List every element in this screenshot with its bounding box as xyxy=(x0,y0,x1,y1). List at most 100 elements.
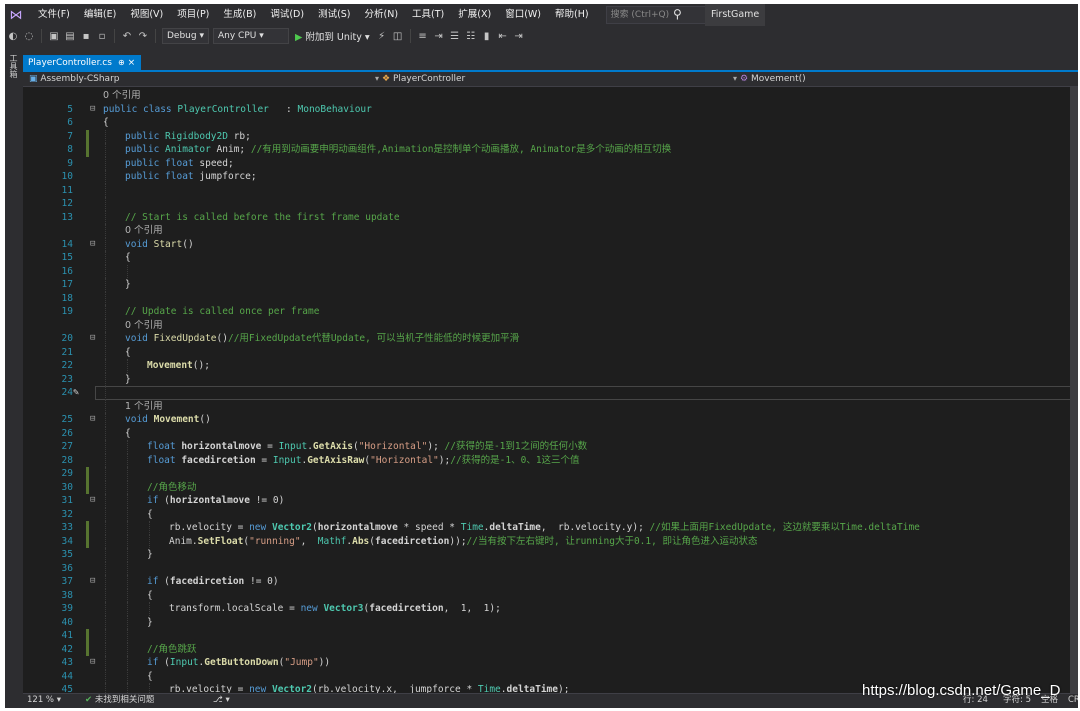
code-line[interactable]: 33 rb.velocity = new Vector2(horizontalmo… xyxy=(23,521,1078,535)
code-line[interactable]: 30 //角色移动 xyxy=(23,480,1078,494)
new-project-icon[interactable]: ▣ xyxy=(47,31,61,42)
code-line[interactable]: 41 xyxy=(23,629,1078,643)
code-line[interactable]: 11 xyxy=(23,183,1078,197)
platform-select[interactable]: Any CPU ▾ xyxy=(213,28,289,44)
code-line[interactable]: 29 xyxy=(23,467,1078,481)
code-line[interactable]: 31 ⊟ if (horizontalmove != 0) xyxy=(23,494,1078,508)
code-line[interactable]: 24 ✎ xyxy=(23,386,1078,400)
collapse-icon[interactable]: ⊟ xyxy=(90,656,95,670)
code-line[interactable]: 15 { xyxy=(23,251,1078,265)
code-line[interactable]: 26 { xyxy=(23,426,1078,440)
code-line[interactable]: 10 public float jumpforce; xyxy=(23,170,1078,184)
code-line[interactable]: 40} xyxy=(23,615,1078,629)
menu-item[interactable]: 工具(T) xyxy=(405,4,451,26)
reference-count[interactable]: 0 个引用 xyxy=(125,320,163,331)
attach-to-unity-button[interactable]: ▶ 附加到 Unity ▾ xyxy=(295,29,370,43)
codelens-reference[interactable]: 1 个引用 xyxy=(23,399,1078,413)
menu-item[interactable]: 调试(D) xyxy=(263,4,311,26)
menu-item[interactable]: 编辑(E) xyxy=(77,4,123,26)
tab-playercontroller[interactable]: PlayerController.cs ⊕ × xyxy=(23,55,142,70)
bookmark-next-icon[interactable]: ⇥ xyxy=(512,31,526,42)
code-line[interactable]: 8 public Animator Anim; //有用到动画要申明动画组件,An… xyxy=(23,143,1078,157)
reference-count[interactable]: 0 个引用 xyxy=(103,90,141,101)
code-line[interactable]: 28 float facedircetion = Input.GetAxisRaw… xyxy=(23,453,1078,467)
screenshot-icon[interactable]: ◫ xyxy=(391,31,405,42)
code-line[interactable]: 34 Anim.SetFloat("running", Mathf.Abs(fac… xyxy=(23,534,1078,548)
code-line[interactable]: 22 Movement(); xyxy=(23,359,1078,373)
collapse-icon[interactable]: ⊟ xyxy=(90,332,95,346)
code-line[interactable]: 43 ⊟ if (Input.GetButtonDown("Jump")) xyxy=(23,656,1078,670)
collapse-icon[interactable]: ⊟ xyxy=(90,575,95,589)
code-line[interactable]: 12 xyxy=(23,197,1078,211)
collapse-icon[interactable]: ⊟ xyxy=(90,238,95,252)
class-select[interactable]: ▾ ❖ PlayerController xyxy=(375,72,465,86)
reference-count[interactable]: 0 个引用 xyxy=(125,225,163,236)
hot-reload-icon[interactable]: ⚡ xyxy=(375,31,389,42)
code-line[interactable]: 5 ⊟ public class PlayerController : MonoBe… xyxy=(23,103,1078,117)
back-icon[interactable]: ◐ xyxy=(6,31,20,42)
code-line[interactable]: 6{ xyxy=(23,116,1078,130)
collapse-icon[interactable]: ⊟ xyxy=(90,413,95,427)
member-select[interactable]: ▾ ⚙ Movement() xyxy=(733,72,806,86)
save-all-icon[interactable]: ▫ xyxy=(95,31,109,42)
code-line[interactable]: 16 xyxy=(23,264,1078,278)
comment-icon[interactable]: ☰ xyxy=(448,31,462,42)
code-line[interactable]: 32 { xyxy=(23,507,1078,521)
code-line[interactable]: 21 { xyxy=(23,345,1078,359)
code-line[interactable]: 44 { xyxy=(23,669,1078,683)
vertical-scrollbar[interactable] xyxy=(1070,87,1078,693)
zoom-select[interactable]: 121 % ▾ xyxy=(27,694,61,707)
collapse-icon[interactable]: ⊟ xyxy=(90,494,95,508)
codelens-reference[interactable]: 0 个引用 xyxy=(23,318,1078,332)
collapse-icon[interactable]: ⊟ xyxy=(90,103,95,117)
code-line[interactable]: 17} xyxy=(23,278,1078,292)
code-line[interactable]: 13 // Start is called before the first fr… xyxy=(23,210,1078,224)
reference-count[interactable]: 1 个引用 xyxy=(125,401,163,412)
code-line[interactable]: 23} xyxy=(23,372,1078,386)
menu-item[interactable]: 测试(S) xyxy=(311,4,357,26)
menu-item[interactable]: 分析(N) xyxy=(358,4,406,26)
code-line[interactable]: 25 ⊟ void Movement() xyxy=(23,413,1078,427)
code-line[interactable]: 27 float horizontalmove = Input.GetAxis("… xyxy=(23,440,1078,454)
edit-pencil-icon[interactable]: ✎ xyxy=(73,386,79,400)
bookmark-prev-icon[interactable]: ⇤ xyxy=(496,31,510,42)
codelens-reference[interactable]: 0 个引用 xyxy=(23,89,1078,103)
align-icon[interactable]: ≡ xyxy=(416,31,430,42)
code-line[interactable]: 20 ⊟ void FixedUpdate()//用FixedUpdate代替Upd… xyxy=(23,332,1078,346)
code-line[interactable]: 36 xyxy=(23,561,1078,575)
menu-item[interactable]: 生成(B) xyxy=(216,4,263,26)
code-editor[interactable]: 0 个引用 5 ⊟ public class PlayerController : M… xyxy=(23,87,1078,693)
close-icon[interactable]: × xyxy=(128,58,136,68)
issues-indicator[interactable]: ✔ 未找到相关问题 xyxy=(85,694,154,707)
pin-icon[interactable]: ⊕ xyxy=(118,58,125,67)
code-line[interactable]: 9 public float speed; xyxy=(23,156,1078,170)
code-line[interactable]: 35} xyxy=(23,548,1078,562)
redo-icon[interactable]: ↷ xyxy=(136,31,150,42)
toolbox-strip[interactable]: 工具箱 xyxy=(5,50,22,690)
codelens-reference[interactable]: 0 个引用 xyxy=(23,224,1078,238)
code-line[interactable]: 39 transform.localScale = new Vector3(fac… xyxy=(23,602,1078,616)
uncomment-icon[interactable]: ☷ xyxy=(464,31,478,42)
menu-item[interactable]: 视图(V) xyxy=(123,4,170,26)
indent-icon[interactable]: ⇥ xyxy=(432,31,446,42)
menu-item[interactable]: 扩展(X) xyxy=(451,4,498,26)
forward-icon[interactable]: ◌ xyxy=(22,31,36,42)
undo-icon[interactable]: ↶ xyxy=(120,31,134,42)
menu-item[interactable]: 窗口(W) xyxy=(498,4,548,26)
save-icon[interactable]: ▪ xyxy=(79,31,93,42)
configuration-select[interactable]: Debug ▾ xyxy=(162,28,209,44)
code-line[interactable]: 38 { xyxy=(23,588,1078,602)
menu-item[interactable]: 帮助(H) xyxy=(548,4,596,26)
code-line[interactable]: 14 ⊟ void Start() xyxy=(23,237,1078,252)
code-line[interactable]: 19 // Update is called once per frame xyxy=(23,305,1078,319)
code-line[interactable]: 37 ⊟ if (facedircetion != 0) xyxy=(23,575,1078,589)
code-line[interactable]: 18 xyxy=(23,291,1078,305)
project-select[interactable]: ▣ Assembly-CSharp xyxy=(29,72,120,86)
git-actions[interactable]: ⎇ ▾ xyxy=(213,694,230,707)
menu-item[interactable]: 项目(P) xyxy=(170,4,216,26)
menu-item[interactable]: 文件(F) xyxy=(31,4,77,26)
visual-studio-logo-icon[interactable]: ⋈ xyxy=(5,4,27,26)
search-icon[interactable]: ⚲ xyxy=(673,7,682,21)
code-line[interactable]: 42 //角色跳跃 xyxy=(23,642,1078,656)
bookmark-icon[interactable]: ▮ xyxy=(480,31,494,42)
